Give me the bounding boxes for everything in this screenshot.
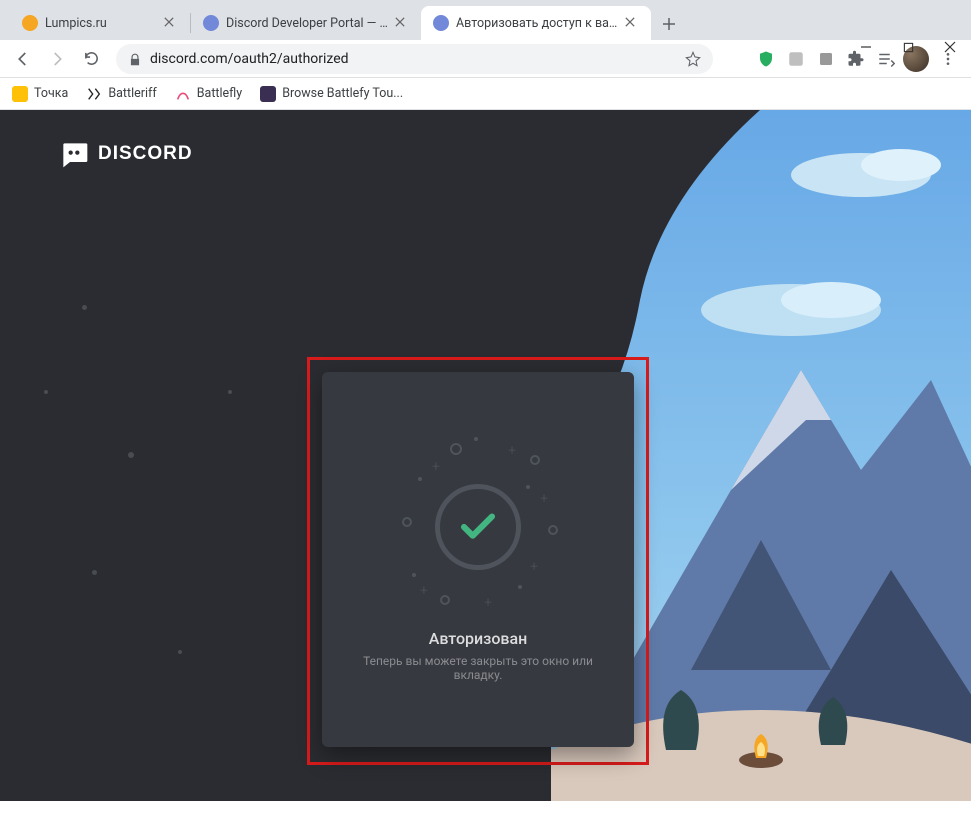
discord-wordmark: DISCORD bbox=[98, 143, 193, 165]
bookmark-icon bbox=[260, 86, 276, 102]
window-minimize-button[interactable] bbox=[859, 40, 873, 54]
new-tab-button[interactable] bbox=[655, 10, 683, 38]
tab-lumpics[interactable]: Lumpics.ru bbox=[10, 6, 190, 40]
discord-icon bbox=[58, 138, 90, 170]
tab-close-icon[interactable] bbox=[395, 16, 409, 30]
favicon-icon bbox=[433, 15, 449, 31]
forward-button[interactable] bbox=[42, 44, 72, 74]
bookmark-label: Точка bbox=[34, 86, 68, 101]
discord-logo: DISCORD bbox=[58, 138, 193, 170]
tab-strip: Lumpics.ru Discord Developer Portal — M … bbox=[0, 0, 971, 40]
checkmark-icon bbox=[457, 506, 499, 548]
tab-discord-dev[interactable]: Discord Developer Portal — M bbox=[191, 6, 421, 40]
window-maximize-button[interactable] bbox=[901, 40, 915, 54]
bookmark-battlefy[interactable]: Browse Battlefy Tou... bbox=[260, 86, 403, 102]
extension-cube-icon[interactable] bbox=[813, 46, 839, 72]
bookmark-label: Battleriff bbox=[108, 86, 156, 101]
bookmark-tochka[interactable]: Точка bbox=[12, 86, 68, 102]
decoration-dot bbox=[92, 570, 97, 575]
address-bar[interactable]: discord.com/oauth2/authorized bbox=[116, 44, 713, 74]
decoration-dot bbox=[44, 390, 48, 394]
page-content: DISCORD + + + + + + Авторизован bbox=[0, 110, 971, 801]
card-title: Авторизован bbox=[429, 629, 528, 648]
tab-discord-auth[interactable]: Авторизовать доступ к ваше bbox=[421, 6, 651, 40]
decoration-dot bbox=[128, 452, 134, 458]
decoration-dot bbox=[228, 390, 232, 394]
authorized-card: + + + + + + Авторизован Теперь вы можете… bbox=[322, 372, 634, 747]
tab-title: Lumpics.ru bbox=[45, 16, 157, 31]
window-close-button[interactable] bbox=[943, 40, 957, 54]
bookmark-battlefly[interactable]: Battlefly bbox=[175, 86, 242, 102]
checkmark-circle bbox=[435, 484, 521, 570]
decoration-dot bbox=[178, 650, 182, 654]
bookmark-label: Battlefly bbox=[197, 86, 242, 101]
tab-close-icon[interactable] bbox=[164, 16, 178, 30]
success-graphic: + + + + + + bbox=[378, 437, 578, 617]
bookmark-label: Browse Battlefy Tou... bbox=[282, 86, 403, 101]
card-subtitle: Теперь вы можете закрыть это окно или вк… bbox=[342, 654, 614, 682]
browser-toolbar: discord.com/oauth2/authorized bbox=[0, 40, 971, 78]
bookmark-icon bbox=[175, 86, 191, 102]
extension-grey-icon[interactable] bbox=[783, 46, 809, 72]
tab-close-icon[interactable] bbox=[625, 16, 639, 30]
reload-button[interactable] bbox=[76, 44, 106, 74]
bookmark-icon bbox=[12, 86, 28, 102]
decoration-dot bbox=[82, 305, 87, 310]
tab-title: Discord Developer Portal — M bbox=[226, 16, 388, 31]
url-text: discord.com/oauth2/authorized bbox=[150, 51, 677, 67]
bookmarks-bar: Точка Battleriff Battlefly Browse Battle… bbox=[0, 78, 971, 110]
favicon-icon bbox=[203, 15, 219, 31]
lock-icon bbox=[128, 52, 142, 66]
extension-music-icon[interactable] bbox=[723, 46, 749, 72]
back-button[interactable] bbox=[8, 44, 38, 74]
bookmark-battleriff[interactable]: Battleriff bbox=[86, 86, 156, 102]
tab-title: Авторизовать доступ к ваше bbox=[456, 16, 618, 31]
favicon-icon bbox=[22, 15, 38, 31]
bookmark-star-icon[interactable] bbox=[685, 51, 701, 67]
extension-shield-icon[interactable] bbox=[753, 46, 779, 72]
bookmark-icon bbox=[86, 86, 102, 102]
window-controls bbox=[859, 40, 957, 54]
